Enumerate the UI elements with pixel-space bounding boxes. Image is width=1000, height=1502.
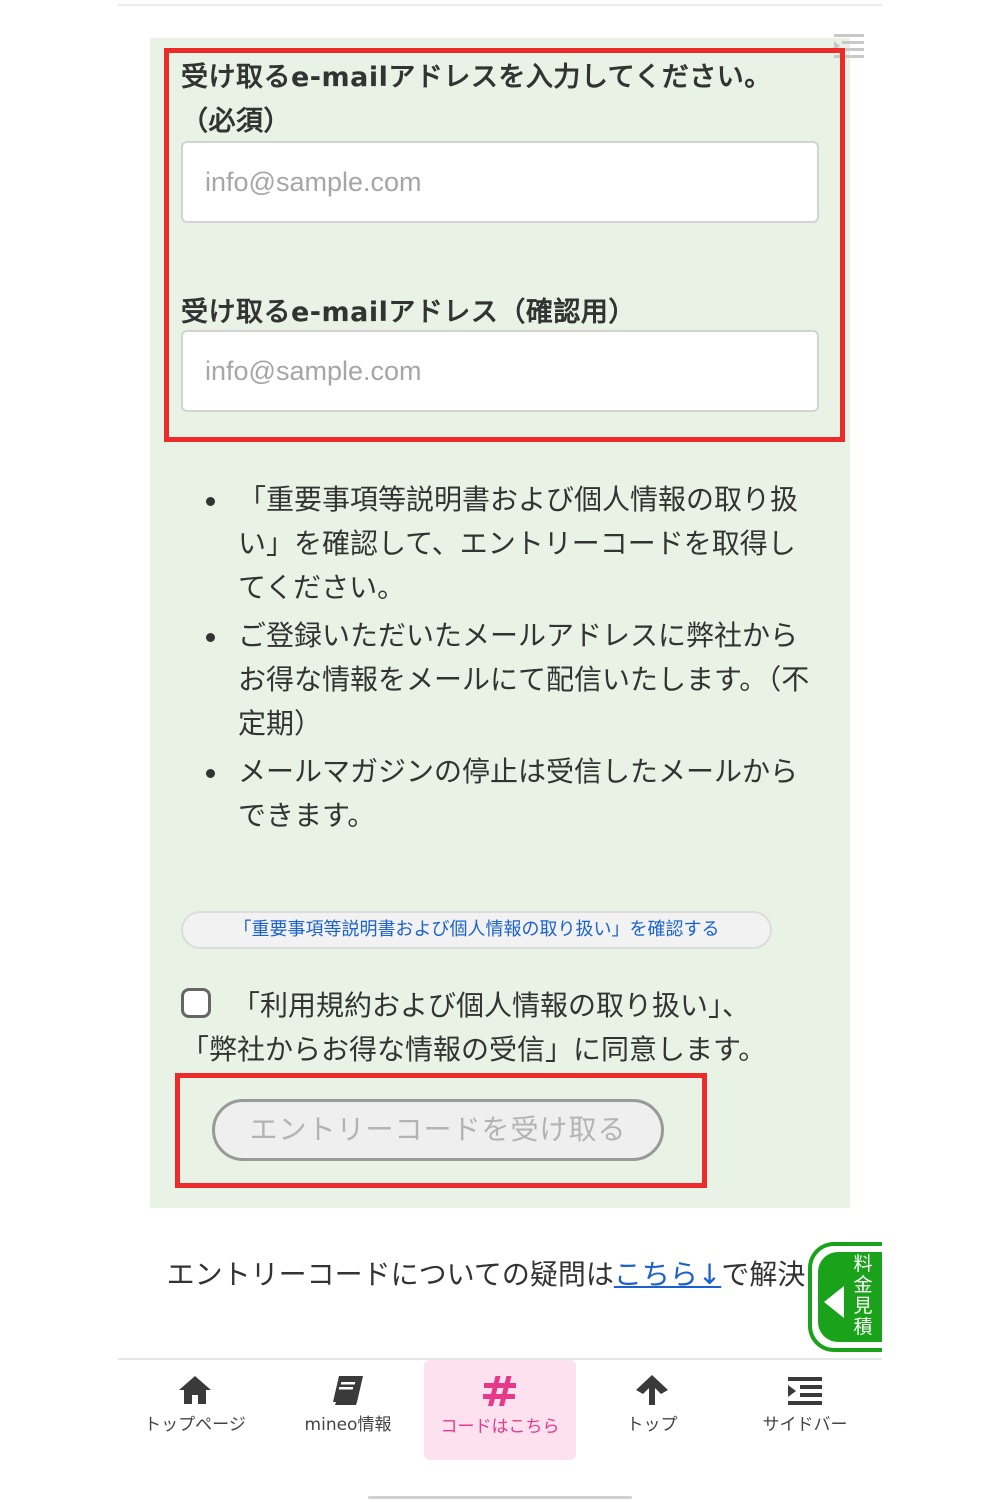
list-item: メールマガジンの停止は受信したメールからできます。	[200, 750, 810, 838]
nav-label: コードはこちら	[440, 1417, 560, 1437]
email-fields-highlight	[164, 48, 845, 442]
confirm-documents-button[interactable]: 「重要事項等説明書および個人情報の取り扱い」を確認する	[181, 911, 772, 949]
agree-text-line2: 「弊社からお得な情報の受信」に同意します。	[181, 1033, 767, 1066]
hash-icon	[483, 1376, 516, 1406]
faq-link[interactable]: こちら↓	[614, 1258, 721, 1291]
faq-text: エントリーコードについての疑問はこちら↓で解決！	[150, 1252, 850, 1298]
bullet-icon	[206, 497, 215, 506]
nav-item-code[interactable]: コードはこちら	[424, 1360, 576, 1460]
book-icon	[333, 1376, 363, 1405]
nav-item-page-top[interactable]: トップ	[576, 1360, 728, 1460]
notes-list: 「重要事項等説明書および個人情報の取り扱い」を確認して、エントリーコードを取得し…	[200, 478, 810, 842]
sidebar-icon	[788, 1377, 822, 1405]
faq-prefix: エントリーコードについての疑問は	[166, 1258, 614, 1291]
entry-button-highlight	[175, 1073, 707, 1188]
list-item: ご登録いただいたメールアドレスに弊社からお得な情報をメールにて配信いたします。（…	[200, 614, 810, 746]
bullet-icon	[206, 633, 215, 642]
note-text: メールマガジンの停止は受信したメールからできます。	[238, 755, 799, 832]
nav-item-sidebar[interactable]: サイドバー	[729, 1360, 881, 1460]
nav-item-mineo-info[interactable]: mineo情報	[272, 1360, 424, 1460]
price-estimate-label: 料金見積	[853, 1253, 873, 1338]
agree-text-line1: 「利用規約および個人情報の取り扱い」、	[232, 989, 751, 1022]
top-divider	[118, 4, 882, 6]
note-text: 「重要事項等説明書および個人情報の取り扱い」を確認して、エントリーコードを取得し…	[238, 483, 799, 604]
bottom-nav: トップページ mineo情報 コードはこちら トップ サイドバー	[118, 1358, 882, 1502]
list-item: 「重要事項等説明書および個人情報の取り扱い」を確認して、エントリーコードを取得し…	[200, 478, 810, 610]
agree-checkbox[interactable]	[181, 988, 211, 1018]
nav-item-top-page[interactable]: トップページ	[119, 1360, 271, 1460]
nav-label: mineo情報	[304, 1415, 392, 1435]
bullet-icon	[206, 769, 215, 778]
nav-label: トップ	[626, 1415, 678, 1435]
nav-label: サイドバー	[762, 1415, 848, 1435]
price-estimate-tab[interactable]: 料金見積	[808, 1242, 882, 1352]
arrow-up-icon	[636, 1375, 668, 1405]
arrow-left-icon	[824, 1286, 844, 1318]
nav-label: トップページ	[144, 1415, 246, 1435]
home-icon	[179, 1376, 211, 1404]
note-text: ご登録いただいたメールアドレスに弊社からお得な情報をメールにて配信いたします。（…	[238, 619, 810, 740]
home-indicator	[368, 1496, 632, 1499]
